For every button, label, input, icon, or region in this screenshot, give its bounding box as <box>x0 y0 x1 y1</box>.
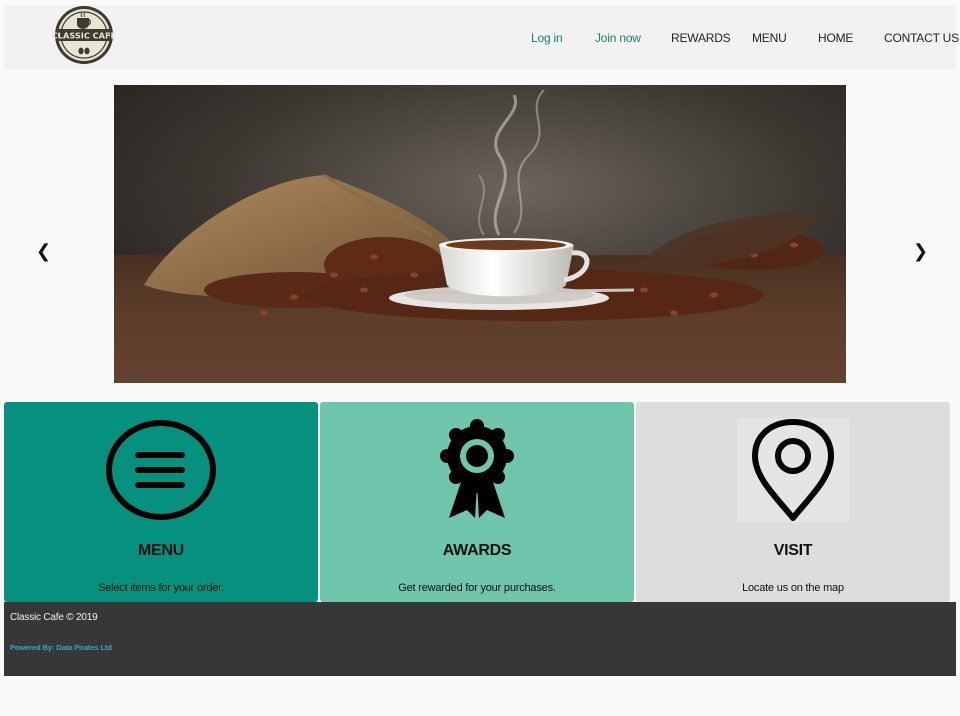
feature-cards: MENU Select items for your order. AWARDS… <box>4 402 950 602</box>
menu-circle-icon <box>105 418 217 522</box>
map-pin-icon <box>737 418 849 522</box>
menu-card[interactable]: MENU Select items for your order. <box>4 402 318 602</box>
footer-copyright: Classic Cafe © 2019 <box>10 612 98 623</box>
menu-card-title: MENU <box>138 542 184 559</box>
nav-login-link[interactable]: Log in <box>531 31 563 45</box>
awards-card-title: AWARDS <box>442 542 512 559</box>
site-header: CLASSIC CAFE Log in Join now REWARDS MEN… <box>4 5 959 69</box>
visit-card-title: VISIT <box>773 542 813 559</box>
nav-rewards-link[interactable]: REWARDS <box>671 31 731 45</box>
page: CLASSIC CAFE Log in Join now REWARDS MEN… <box>0 0 960 716</box>
awards-card[interactable]: AWARDS Get rewarded for your purchases. <box>320 402 634 602</box>
nav-home-link[interactable]: HOME <box>818 31 853 45</box>
menu-card-description: Select items for your order. <box>98 582 224 594</box>
award-ribbon-icon <box>421 418 533 522</box>
carousel-prev-button[interactable]: ❮ <box>36 242 51 260</box>
coffee-hero-image <box>114 85 846 383</box>
carousel-next-button[interactable]: ❯ <box>913 242 928 260</box>
classic-cafe-logo[interactable]: CLASSIC CAFE <box>52 5 116 65</box>
logo-text: CLASSIC CAFE <box>52 31 116 41</box>
site-footer: Classic Cafe © 2019 Powered By: Data Pir… <box>4 602 956 676</box>
awards-card-description: Get rewarded for your purchases. <box>398 582 556 594</box>
visit-card-description: Locate us on the map <box>742 582 844 594</box>
visit-card[interactable]: VISIT Locate us on the map <box>636 402 950 602</box>
nav-menu-link[interactable]: MENU <box>752 31 787 45</box>
nav-join-link[interactable]: Join now <box>595 31 641 45</box>
hero-carousel: ❮ ❯ <box>0 70 960 398</box>
footer-powered-by-link[interactable]: Powered By: Data Pirates Ltd <box>10 643 112 652</box>
nav-contact-link[interactable]: CONTACT US <box>884 31 959 45</box>
